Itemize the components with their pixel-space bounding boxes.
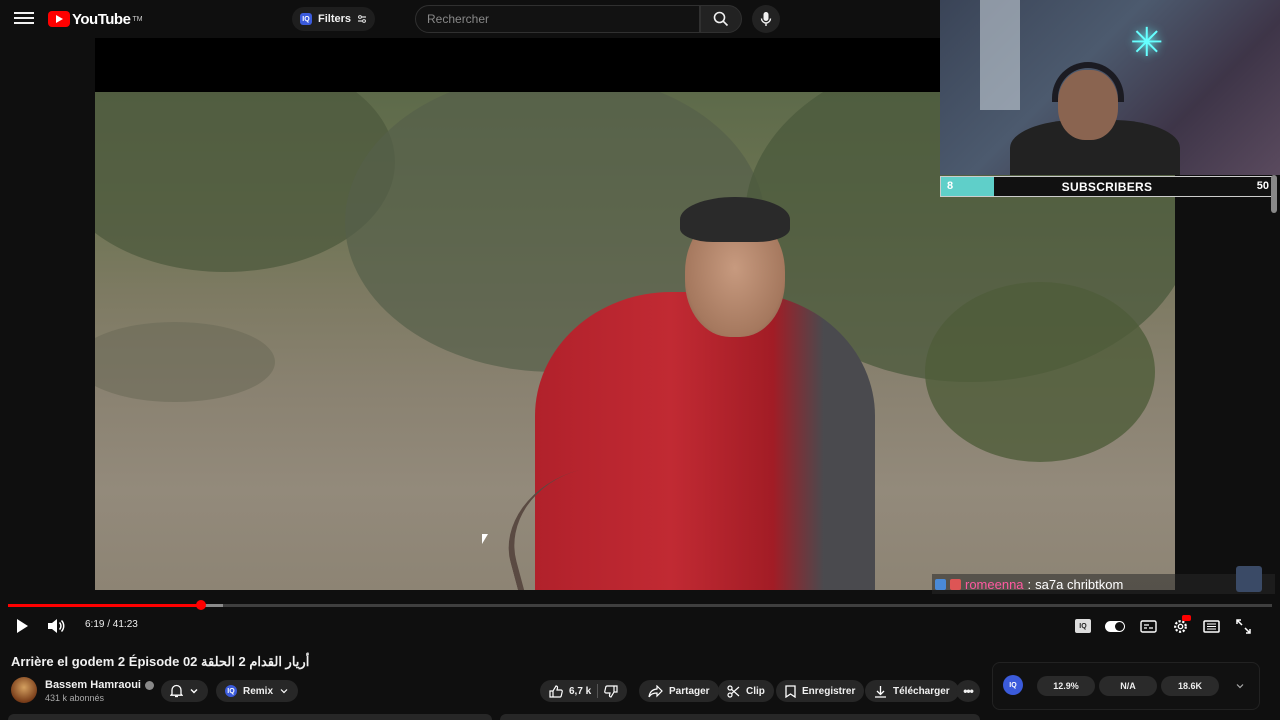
download-button[interactable]: Télécharger — [865, 680, 959, 702]
theater-icon — [1202, 619, 1220, 633]
notification-bell-button[interactable] — [161, 680, 208, 702]
stat-na: N/A — [1099, 676, 1157, 696]
logo-text: YouTube — [72, 10, 131, 28]
more-actions-button[interactable]: ••• — [956, 680, 980, 702]
person-hair — [680, 197, 790, 242]
headset-icon — [1052, 62, 1124, 102]
filters-button[interactable]: IQ Filters — [292, 7, 376, 31]
progress-scrubber[interactable] — [196, 600, 206, 610]
save-label: Enregistrer — [802, 685, 856, 697]
chevron-down-icon — [190, 689, 198, 694]
save-button[interactable]: Enregistrer — [776, 680, 865, 702]
share-button[interactable]: Partager — [639, 680, 719, 702]
volume-icon — [48, 619, 65, 633]
tree-shrub — [925, 282, 1155, 462]
voice-search-button[interactable] — [752, 5, 780, 33]
hd-badge — [1182, 615, 1191, 621]
bookmark-icon — [785, 684, 796, 698]
download-icon — [875, 685, 886, 698]
search-box — [415, 5, 700, 33]
chat-badge-icon — [935, 578, 946, 590]
play-button[interactable] — [12, 616, 32, 636]
stats-iq-badge[interactable]: IQ — [1003, 675, 1023, 695]
chat-username: romeenna — [965, 576, 1024, 592]
like-dislike-group: 6,7 k — [540, 680, 628, 702]
like-divider — [597, 684, 599, 698]
description-box[interactable] — [8, 714, 492, 720]
iq-badge: IQ — [300, 13, 312, 25]
chat-text: sa7a chribtkom — [1035, 576, 1124, 592]
streamer-webcam: ✳ — [940, 0, 1280, 175]
volume-button[interactable] — [46, 616, 66, 636]
scissors-icon — [727, 684, 740, 698]
thumbs-up-icon[interactable] — [549, 684, 563, 698]
subscriber-goal-target: 50 — [1256, 180, 1269, 192]
subtitles-button[interactable] — [1138, 616, 1158, 636]
settings-button[interactable] — [1170, 615, 1191, 636]
microphone-icon — [760, 12, 772, 26]
verified-icon — [145, 680, 154, 690]
fullscreen-button[interactable] — [1233, 616, 1253, 636]
bell-icon — [170, 684, 183, 698]
subscriber-goal-bar: 8 SUBSCRIBERS 50 — [940, 176, 1274, 197]
channel-name-row: Bassem Hamraoui — [45, 679, 154, 691]
youtube-logo[interactable]: YouTube TM — [48, 10, 143, 28]
iq-extension-button[interactable]: IQ — [1073, 616, 1093, 636]
video-title: Arrière el godem 2 Épisode 02 أريار القد… — [11, 654, 310, 669]
chevron-down-icon[interactable] — [1235, 681, 1245, 691]
more-dots-icon: ••• — [963, 684, 974, 698]
stat-count: 18.6K — [1161, 676, 1219, 696]
chevron-down-icon — [280, 689, 288, 694]
comments-box[interactable] — [500, 714, 980, 720]
remix-label: Remix — [243, 685, 274, 697]
subscriber-count: 431 k abonnés — [45, 693, 105, 703]
like-count[interactable]: 6,7 k — [569, 686, 591, 697]
chat-separator: : — [1027, 576, 1032, 592]
toggle-track — [1105, 620, 1125, 632]
thumbs-down-icon[interactable] — [604, 684, 618, 698]
stat-percent: 12.9% — [1037, 676, 1095, 696]
search-input[interactable] — [427, 12, 699, 26]
search-button[interactable] — [700, 5, 742, 33]
sliders-icon — [358, 15, 367, 23]
logo-tm: TM — [132, 15, 143, 23]
chat-message: romeenna : sa7a chribtkom — [932, 574, 1275, 594]
clip-label: Clip — [746, 685, 765, 697]
toggle-knob — [1115, 621, 1124, 631]
clip-button[interactable]: Clip — [718, 680, 774, 702]
channel-name[interactable]: Bassem Hamraoui — [45, 679, 141, 691]
mouse-cursor-icon — [482, 534, 494, 544]
youtube-play-icon — [48, 11, 70, 27]
subscriber-goal-label: SUBSCRIBERS — [1061, 180, 1153, 194]
play-icon — [16, 619, 28, 633]
filters-label: Filters — [318, 13, 352, 25]
page-scrollbar[interactable] — [1271, 175, 1277, 213]
hamburger-menu-icon[interactable] — [14, 9, 34, 29]
iq-icon: IQ — [1075, 619, 1091, 633]
webcam-shelf — [980, 0, 1020, 110]
rope — [492, 454, 668, 590]
video-letterbox — [95, 38, 940, 92]
search-icon — [713, 11, 729, 27]
starburst-light-icon: ✳ — [1130, 21, 1164, 65]
share-label: Partager — [669, 685, 710, 697]
share-icon — [648, 684, 663, 697]
ground-patch — [95, 322, 275, 402]
remix-button[interactable]: IQ Remix — [216, 680, 299, 702]
theater-mode-button[interactable] — [1201, 616, 1221, 636]
channel-avatar[interactable] — [11, 677, 37, 703]
autoplay-toggle[interactable] — [1104, 616, 1126, 636]
iq-badge: IQ — [225, 685, 237, 697]
fullscreen-icon — [1235, 618, 1251, 634]
download-label: Télécharger — [893, 685, 950, 697]
chat-avatar — [1236, 566, 1262, 592]
subtitles-icon — [1139, 619, 1157, 633]
chat-emote-icon — [950, 578, 961, 590]
progress-played — [8, 604, 201, 607]
time-display: 6:19 / 41:23 — [85, 619, 138, 630]
